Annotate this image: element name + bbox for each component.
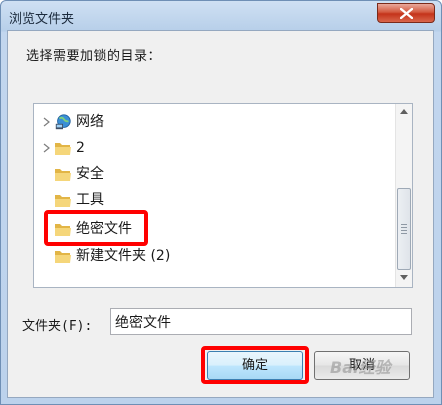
folder-field[interactable]: 绝密文件 [110, 308, 412, 335]
scroll-up-button[interactable] [396, 104, 412, 121]
watermark: Bai经验 [330, 358, 391, 377]
tree-item-label: 2 [76, 140, 85, 156]
tree-item-new-folder-2[interactable]: 新建文件夹 (2) [54, 244, 384, 268]
title-bar[interactable]: 浏览文件夹 [1, 1, 441, 31]
folder-icon [55, 169, 71, 181]
scroll-up-arrow-icon [400, 109, 408, 114]
folder-icon [55, 195, 71, 207]
tree-item-label: 新建文件夹 (2) [76, 248, 171, 264]
tree-item-label: 网络 [76, 114, 104, 130]
prompt-text: 选择需要加锁的目录： [26, 49, 162, 64]
close-icon [400, 8, 413, 19]
highlight-box-ok-button [201, 346, 309, 384]
window-title: 浏览文件夹 [9, 12, 75, 27]
scroll-down-arrow-icon [400, 275, 408, 280]
close-button[interactable] [377, 3, 435, 23]
tree-item-network[interactable]: 网络 [42, 110, 382, 134]
tree-item-tools[interactable]: 工具 [54, 188, 384, 212]
folder-icon [55, 251, 71, 263]
expand-arrow-icon[interactable] [42, 142, 52, 154]
scroll-thumb[interactable] [397, 188, 411, 270]
expand-arrow-icon[interactable] [42, 116, 52, 128]
folder-field-label: 文件夹(F): [22, 319, 93, 334]
tree-item-2[interactable]: 2 [42, 136, 382, 160]
tree-item-security[interactable]: 安全 [54, 162, 384, 186]
tree-item-label: 安全 [76, 166, 104, 182]
vertical-scrollbar[interactable] [395, 104, 412, 287]
scroll-down-button[interactable] [396, 270, 412, 287]
folder-tree[interactable]: 网络 2 安全 工具 绝密文件 新建文件夹 (2) [33, 103, 413, 288]
folder-icon [55, 143, 71, 155]
highlight-box-selected-folder [44, 210, 148, 246]
tree-item-label: 工具 [76, 192, 104, 208]
network-icon [55, 114, 71, 130]
